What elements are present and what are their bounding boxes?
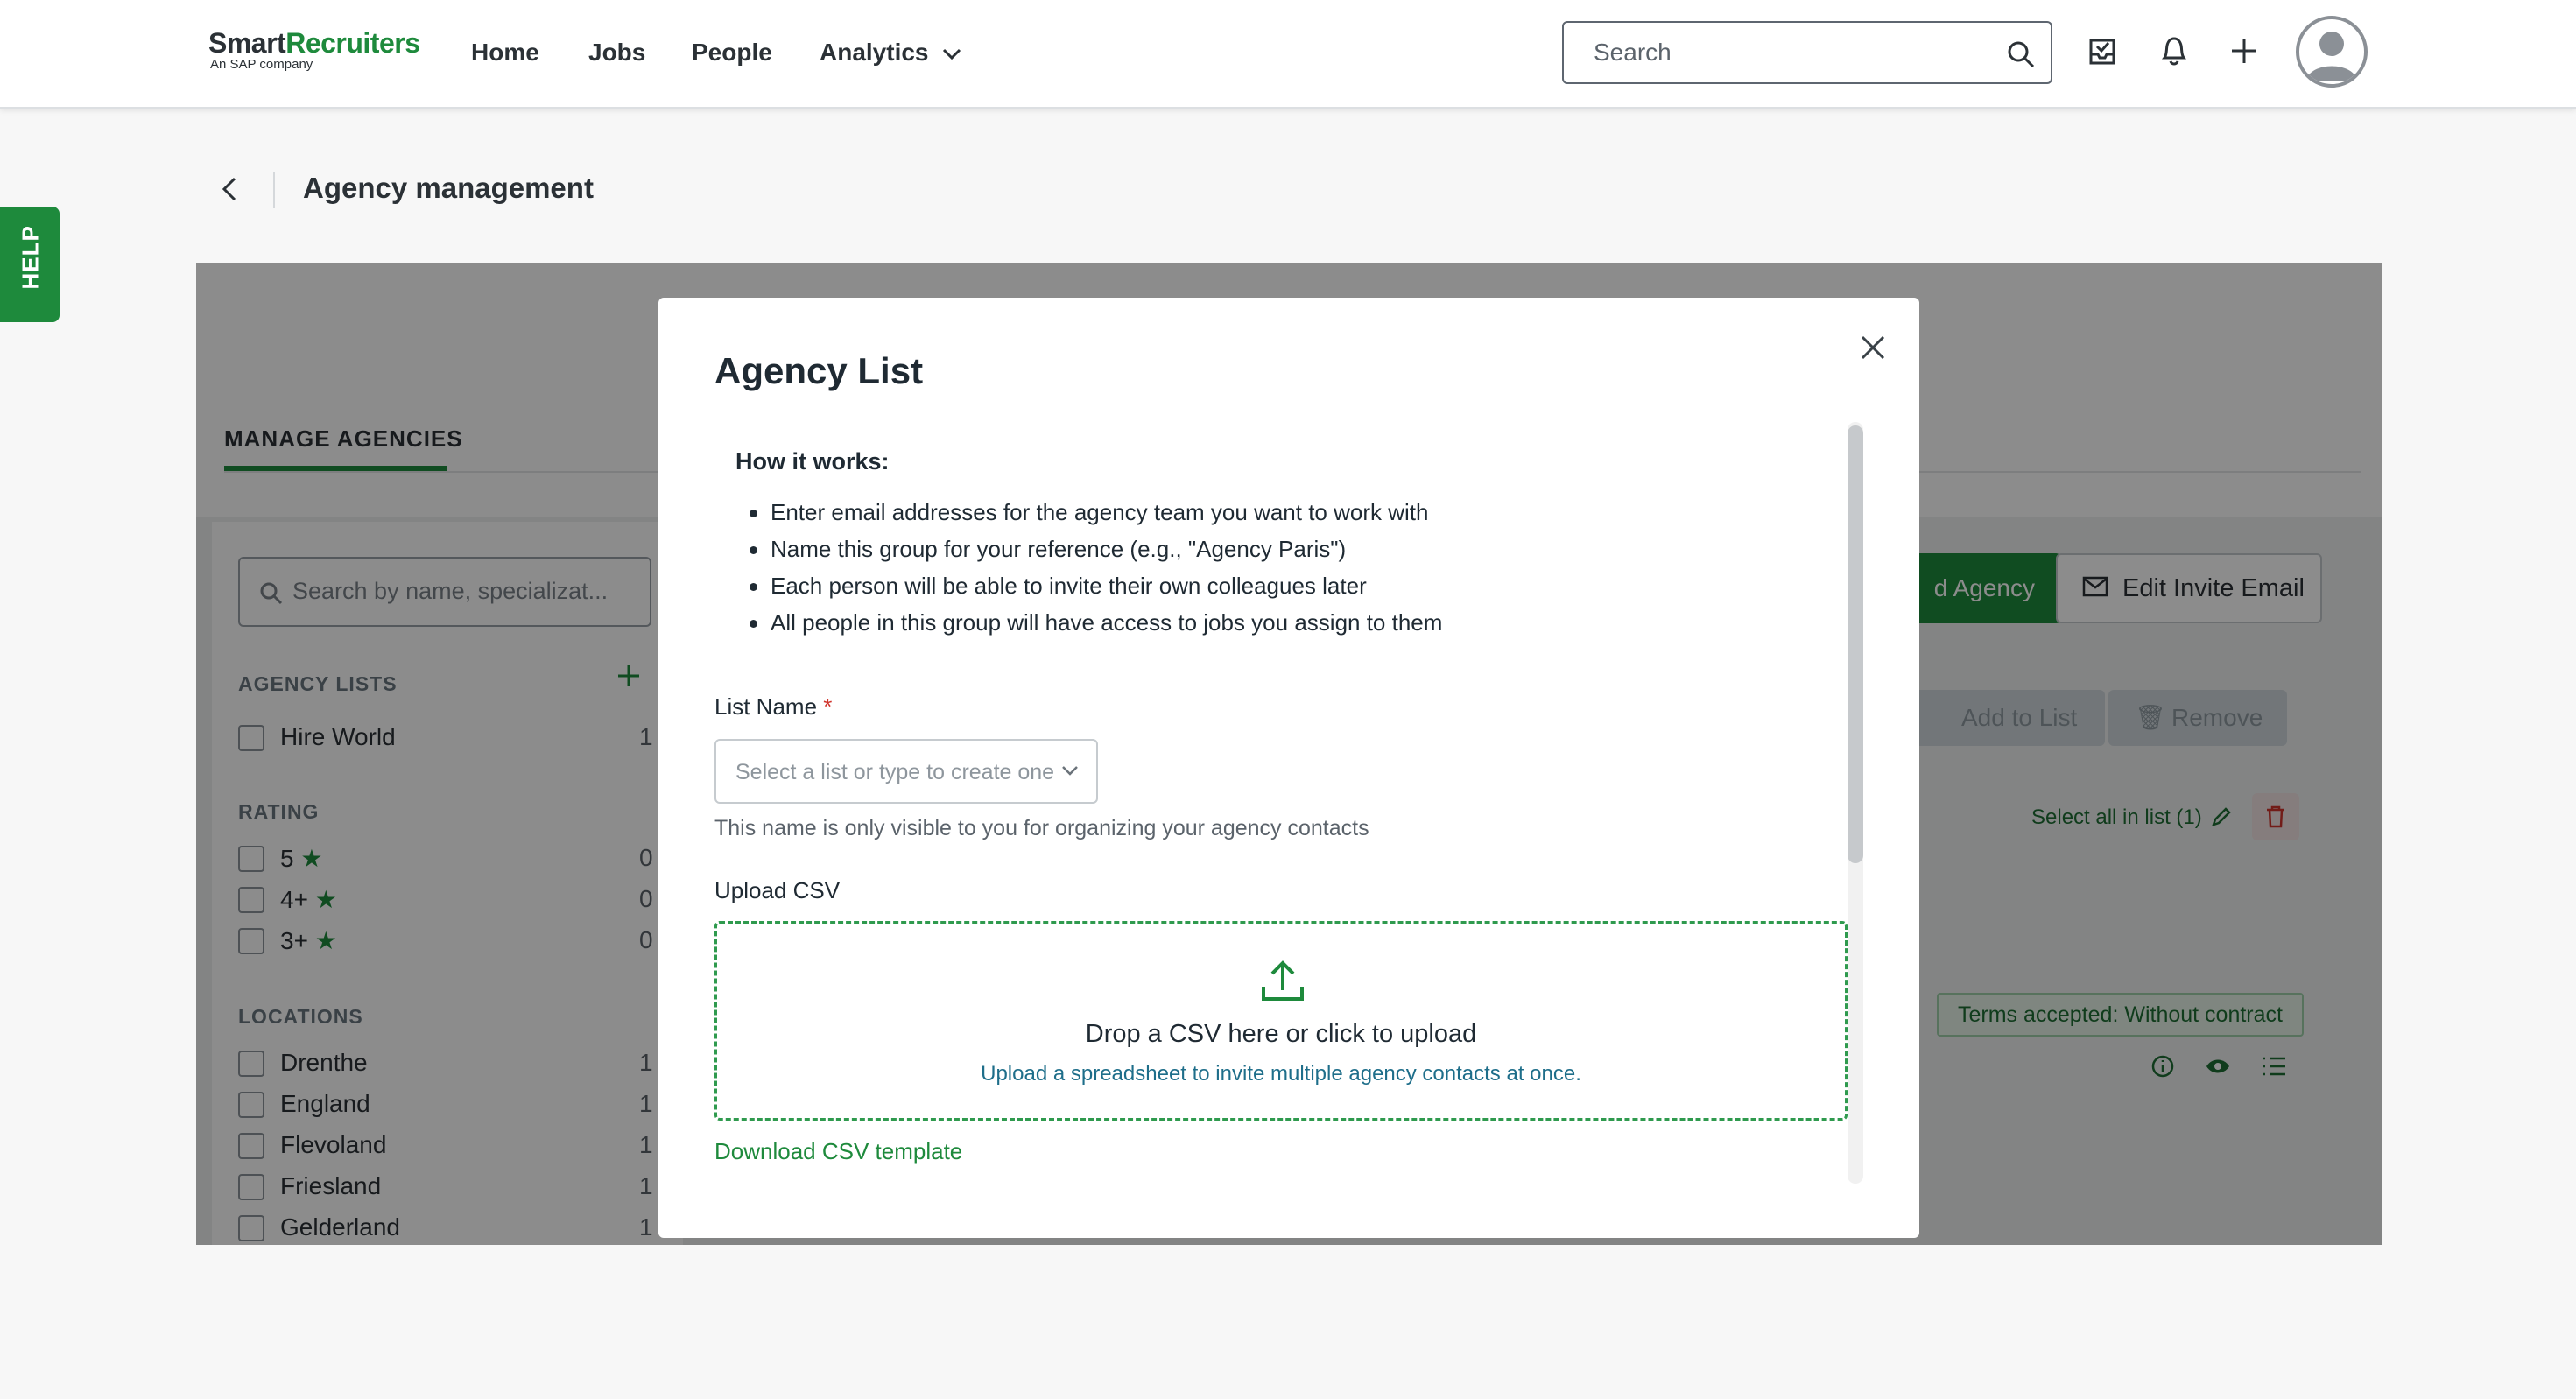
logo-text-recruiters: Recruiters xyxy=(285,27,420,59)
nav-home[interactable]: Home xyxy=(471,33,539,72)
nav-analytics[interactable]: Analytics xyxy=(820,33,961,72)
upload-icon xyxy=(1262,960,1304,1001)
close-icon[interactable] xyxy=(1858,333,1888,362)
breadcrumb-divider xyxy=(273,172,275,208)
help-tab[interactable]: HELP xyxy=(0,207,60,322)
search-placeholder: Search xyxy=(1594,39,1672,66)
csv-dropzone[interactable]: Drop a CSV here or click to upload Uploa… xyxy=(714,921,1848,1121)
nav-people[interactable]: People xyxy=(692,33,772,72)
instruction-item: Enter email addresses for the agency tea… xyxy=(749,499,1429,525)
modal-title: Agency List xyxy=(714,350,924,391)
user-icon xyxy=(2306,32,2357,81)
nav-jobs[interactable]: Jobs xyxy=(588,33,645,72)
instruction-item: All people in this group will have acces… xyxy=(749,609,1443,636)
logo-text-smart: Smart xyxy=(208,27,286,59)
how-it-works-heading: How it works: xyxy=(735,448,890,475)
instruction-item: Name this group for your reference (e.g.… xyxy=(749,536,1347,562)
plus-icon[interactable] xyxy=(2229,33,2259,68)
modal-scrollbar[interactable] xyxy=(1848,422,1863,1184)
logo-subtitle: An SAP company xyxy=(210,57,313,72)
required-marker: * xyxy=(823,693,833,720)
back-arrow-icon[interactable] xyxy=(219,175,240,203)
list-name-label-text: List Name xyxy=(714,693,818,720)
nav-analytics-label: Analytics xyxy=(820,39,929,66)
instruction-item: Each person will be able to invite their… xyxy=(750,573,1367,599)
dropzone-title: Drop a CSV here or click to upload xyxy=(1085,1020,1477,1048)
page-title: Agency management xyxy=(303,172,594,204)
list-name-placeholder: Select a list or type to create one xyxy=(735,760,1055,784)
inbox-check-icon[interactable] xyxy=(2087,33,2117,68)
help-tab-label: HELP xyxy=(17,225,44,290)
smartrecruiters-logo[interactable]: SmartRecruiters An SAP company xyxy=(208,28,427,74)
list-name-select[interactable]: Select a list or type to create one xyxy=(714,739,1098,804)
search-icon[interactable] xyxy=(2007,40,2035,68)
download-csv-template-link[interactable]: Download CSV template xyxy=(714,1138,962,1165)
dropzone-subtitle: Upload a spreadsheet to invite multiple … xyxy=(981,1062,1581,1086)
scrollbar-thumb[interactable] xyxy=(1848,425,1863,863)
upload-csv-label: Upload CSV xyxy=(714,877,841,903)
list-name-label: List Name * xyxy=(714,693,832,721)
chevron-down-icon xyxy=(1062,766,1078,776)
top-navigation-bar: SmartRecruiters An SAP company Home Jobs… xyxy=(0,0,2576,109)
agency-list-modal: Agency List How it works: Enter email ad… xyxy=(658,298,1919,1238)
global-search-input[interactable]: Search xyxy=(1562,21,2052,84)
bell-icon[interactable] xyxy=(2159,33,2189,68)
chevron-down-icon xyxy=(943,48,961,60)
user-avatar[interactable] xyxy=(2296,16,2368,88)
list-name-hint: This name is only visible to you for org… xyxy=(714,816,1369,840)
